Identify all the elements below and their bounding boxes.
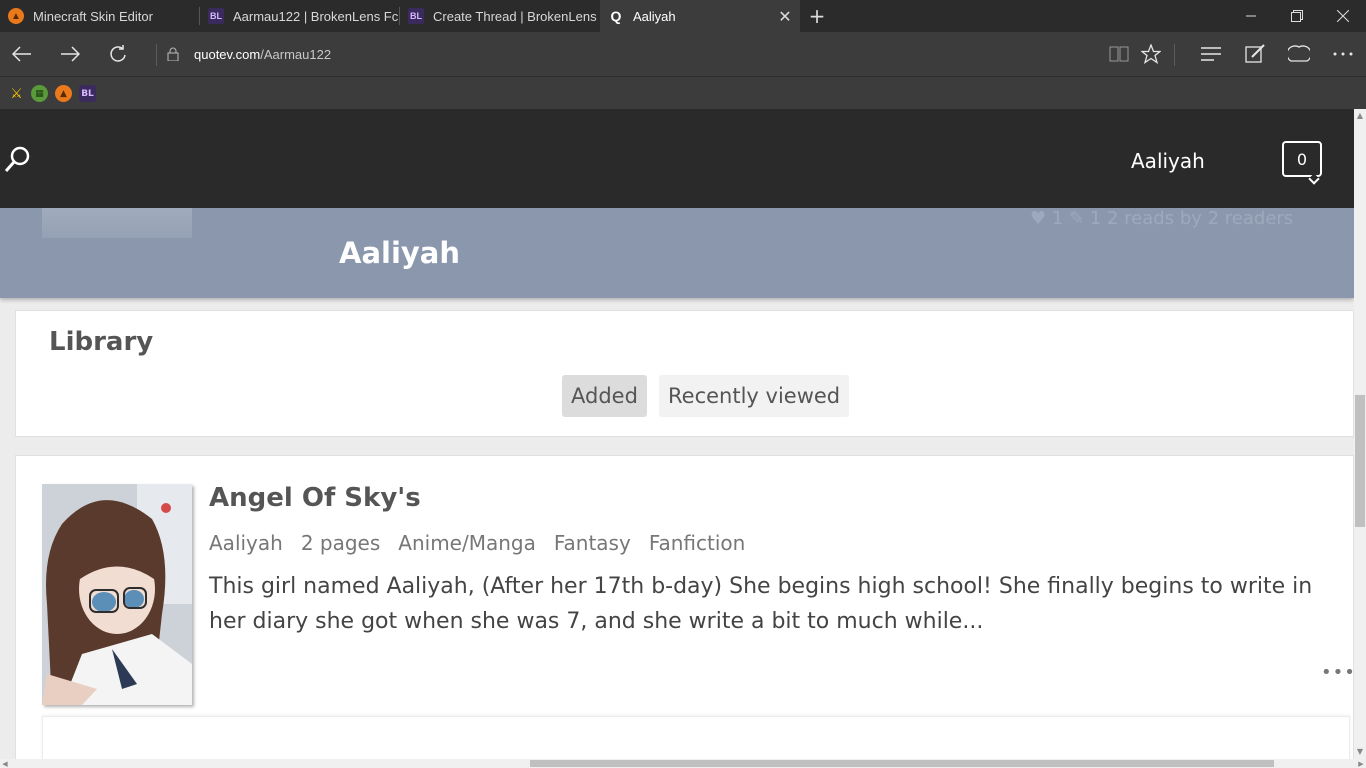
scroll-up-icon[interactable]: ▲ (1354, 109, 1366, 121)
vertical-scroll-thumb[interactable] (1355, 395, 1365, 527)
profile-avatar (42, 208, 192, 238)
address-host: quotev.com (194, 46, 261, 62)
favorites-bar: ⚔ ▦ ▲ BL (0, 76, 1366, 109)
pumpkin-icon: ▲ (8, 8, 24, 24)
search-icon[interactable] (4, 145, 32, 173)
header-username[interactable]: Aaliyah (1131, 149, 1205, 173)
share-icon[interactable] (1283, 38, 1315, 70)
horizontal-scroll-thumb[interactable] (530, 760, 1274, 767)
brokenlens-icon[interactable]: BL (79, 85, 96, 102)
vertical-scrollbar[interactable]: ▲ ▼ (1354, 109, 1366, 759)
story-card: Angel Of Sky's Aaliyah 2 pages Anime/Man… (15, 455, 1354, 759)
browser-nav-bar: quotev.com/Aarmau122 (0, 32, 1366, 76)
lock-icon (167, 47, 179, 61)
brokenlens-icon: BL (408, 8, 424, 24)
restore-icon[interactable] (1274, 0, 1320, 32)
tab-title: Aarmau122 | BrokenLens Fc (233, 8, 398, 24)
back-icon[interactable] (6, 38, 38, 70)
divider (1174, 44, 1175, 66)
filter-recently-viewed-button[interactable]: Recently viewed (659, 375, 850, 417)
tab-minecraft-skin-editor[interactable]: ▲ Minecraft Skin Editor (0, 0, 198, 32)
brokenlens-icon: BL (208, 8, 224, 24)
story-meta: Aaliyah 2 pages Anime/Manga Fantasy Fanf… (209, 531, 745, 555)
tab-title: Aaliyah (633, 8, 676, 24)
minimize-icon[interactable] (1228, 0, 1274, 32)
story-page-count: 2 pages (300, 531, 381, 555)
sword-icon[interactable]: ⚔ (8, 85, 25, 102)
profile-name: Aaliyah (339, 236, 461, 270)
tab-title: Create Thread | BrokenLens (433, 8, 597, 24)
notification-count: 0 (1296, 149, 1308, 169)
close-window-icon[interactable] (1320, 0, 1366, 32)
address-bar[interactable]: quotev.com/Aarmau122 (162, 42, 331, 66)
profile-stats: ♥ 1 ✎ 1 2 reads by 2 readers (1030, 208, 1294, 229)
tab-create-thread[interactable]: BL Create Thread | BrokenLens (400, 0, 599, 32)
notification-button[interactable]: 0 (1282, 141, 1322, 177)
story-description: This girl named Aaliyah, (After her 17th… (209, 574, 1313, 634)
horizontal-scrollbar[interactable]: ◀ ▶ (0, 759, 1366, 768)
hub-icon[interactable] (1195, 38, 1227, 70)
creeper-icon[interactable]: ▦ (31, 85, 48, 102)
story-title[interactable]: Angel Of Sky's (209, 483, 421, 513)
divider (156, 44, 157, 66)
favorite-star-icon[interactable] (1135, 38, 1167, 70)
forward-icon[interactable] (54, 38, 86, 70)
web-note-icon[interactable] (1239, 38, 1271, 70)
story-more-options-icon[interactable]: ••• (1321, 662, 1354, 683)
scroll-right-icon[interactable]: ▶ (1356, 759, 1366, 768)
story-author-link[interactable]: Aaliyah (209, 531, 283, 555)
address-path: /Aarmau122 (260, 46, 332, 62)
story-tag-link[interactable]: Anime/Manga (398, 531, 536, 555)
pumpkin-icon[interactable]: ▲ (55, 85, 72, 102)
tab-brokenlens-profile[interactable]: BL Aarmau122 | BrokenLens Fc (200, 0, 398, 32)
story-cover-image[interactable] (42, 484, 192, 705)
reading-view-icon[interactable] (1103, 38, 1135, 70)
site-header: Aaliyah 0 (0, 109, 1354, 208)
scroll-left-icon[interactable]: ◀ (0, 759, 10, 768)
story-tag-link[interactable]: Fanfiction (649, 531, 746, 555)
library-card: Library Added Recently viewed (15, 310, 1354, 437)
tab-aaliyah[interactable]: Q Aaliyah (600, 0, 800, 32)
browser-tab-bar: ▲ Minecraft Skin Editor BL Aarmau122 | B… (0, 0, 1366, 32)
page-viewport: Aaliyah 0 ♥ 1 ✎ 1 2 reads by 2 readers A… (0, 109, 1354, 759)
story-sub-panel (42, 716, 1350, 759)
tab-title: Minecraft Skin Editor (33, 8, 153, 24)
refresh-icon[interactable] (102, 38, 134, 70)
profile-banner: ♥ 1 ✎ 1 2 reads by 2 readers Aaliyah (0, 208, 1354, 298)
more-icon[interactable] (1327, 38, 1359, 70)
quotev-icon: Q (610, 8, 622, 24)
story-tag-link[interactable]: Fantasy (554, 531, 631, 555)
filter-added-button[interactable]: Added (562, 375, 647, 417)
close-tab-icon[interactable]: ✕ (776, 6, 794, 26)
scroll-down-icon[interactable]: ▼ (1354, 745, 1366, 757)
library-title: Library (49, 327, 154, 357)
new-tab-icon[interactable]: + (806, 4, 828, 28)
